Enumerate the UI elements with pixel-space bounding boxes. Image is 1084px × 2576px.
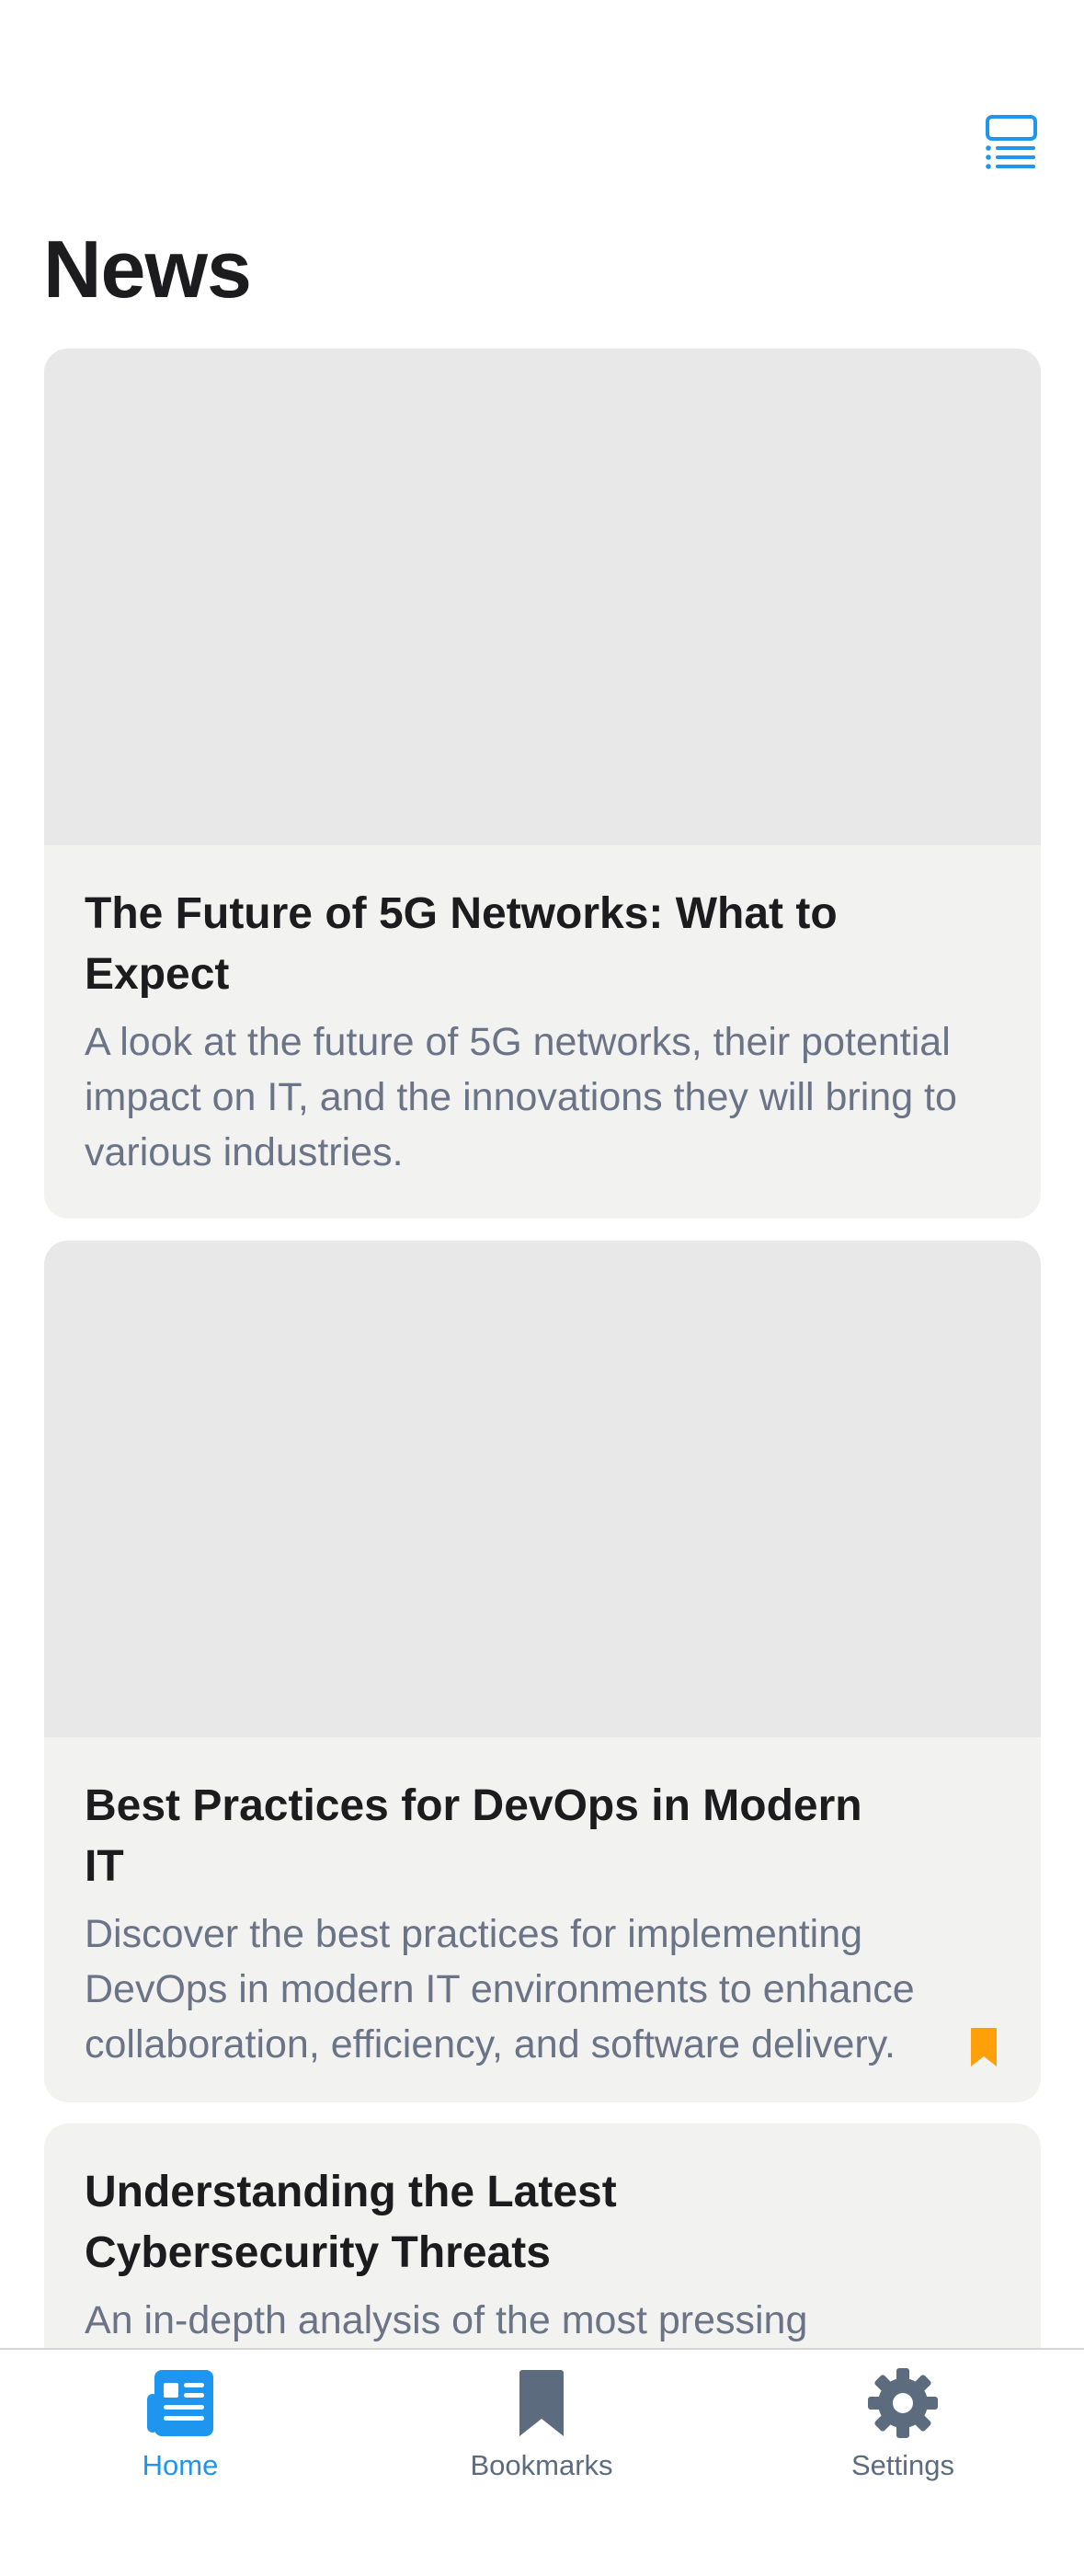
article-body: Best Practices for DevOps in Modern IT D… <box>44 1737 1041 2102</box>
tab-bookmarks[interactable]: Bookmarks <box>422 2366 661 2495</box>
article-title: Best Practices for DevOps in Modern IT <box>85 1781 862 1891</box>
article-body: Understanding the Latest Cybersecurity T… <box>44 2124 1041 2348</box>
tab-label: Bookmarks <box>470 2449 613 2481</box>
article-image-placeholder <box>44 1241 1041 1737</box>
gear-icon <box>866 2366 940 2440</box>
tab-home[interactable]: Home <box>61 2366 300 2495</box>
article-image-placeholder <box>44 349 1041 845</box>
tab-label: Settings <box>850 2449 954 2481</box>
bookmark-icon <box>505 2366 578 2440</box>
layout-toggle-button[interactable] <box>980 110 1043 173</box>
page-title: News <box>43 223 252 315</box>
article-card[interactable]: Best Practices for DevOps in Modern IT D… <box>44 1241 1041 2102</box>
tab-bar: Home Bookmarks Settings <box>0 2348 1084 2576</box>
article-title: The Future of 5G Networks: What to Expec… <box>85 889 838 999</box>
article-body: The Future of 5G Networks: What to Expec… <box>44 845 1041 1215</box>
article-card[interactable]: Understanding the Latest Cybersecurity T… <box>44 2124 1041 2348</box>
list-layout-icon <box>986 115 1037 169</box>
article-card[interactable]: The Future of 5G Networks: What to Expec… <box>44 349 1041 1219</box>
tab-label: Home <box>142 2449 219 2481</box>
article-description: An in-depth analysis of the most pressin… <box>85 2298 808 2342</box>
article-description: A look at the future of 5G networks, the… <box>85 1020 957 1174</box>
article-title: Understanding the Latest Cybersecurity T… <box>85 2168 617 2277</box>
newspaper-icon <box>143 2366 217 2440</box>
tab-settings[interactable]: Settings <box>783 2366 1022 2495</box>
bookmark-icon[interactable] <box>969 2026 998 2068</box>
news-feed[interactable]: News The Future of 5G Networks: What to … <box>0 0 1084 2348</box>
article-description: Discover the best practices for implemen… <box>85 1912 915 2067</box>
